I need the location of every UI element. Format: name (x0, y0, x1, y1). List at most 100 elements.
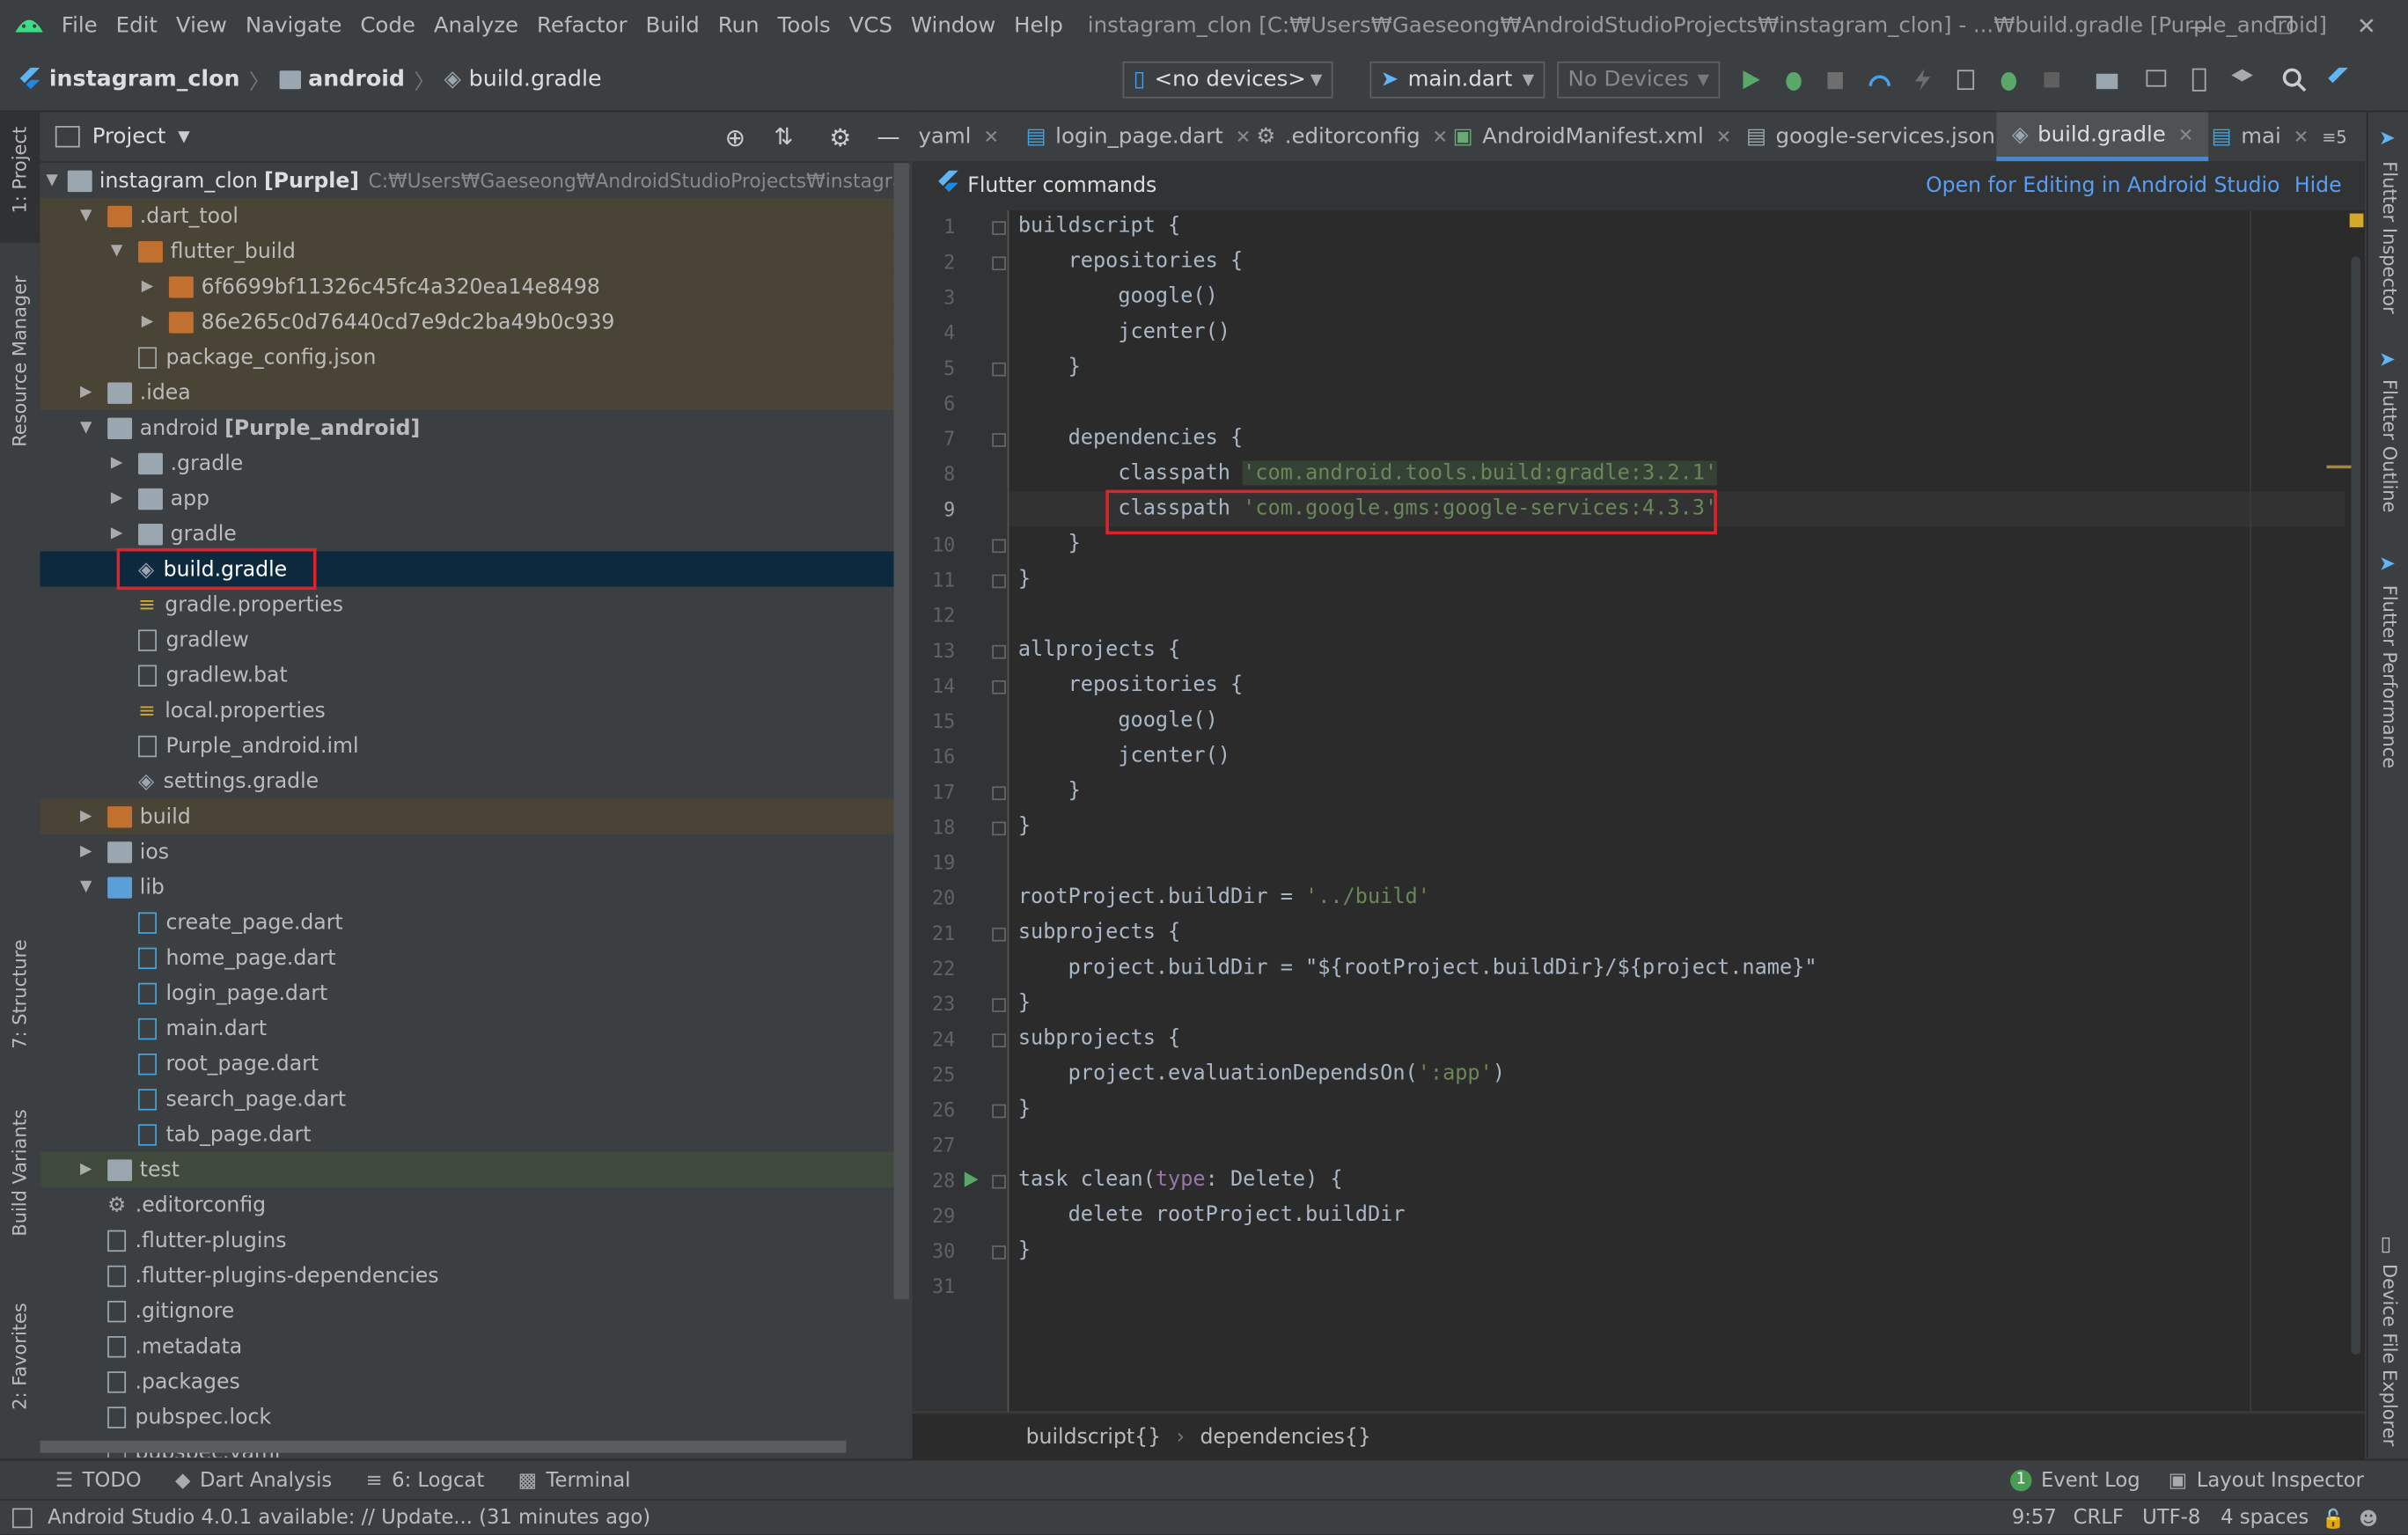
expand-arrow-icon[interactable]: ▼ (107, 243, 126, 260)
editor-scrollbar[interactable] (2326, 210, 2366, 1412)
menu-code[interactable]: Code (360, 14, 415, 39)
menu-tools[interactable]: Tools (778, 14, 831, 39)
expand-arrow-icon[interactable]: ▼ (77, 208, 95, 224)
code-line[interactable]: jcenter() (1018, 319, 1230, 344)
expand-arrow-icon[interactable]: ▼ (77, 419, 95, 436)
avd-manager-icon[interactable] (2140, 64, 2171, 95)
fold-marker-icon[interactable] (992, 539, 1006, 554)
tree-item[interactable]: ▶ app (40, 481, 909, 516)
code-line[interactable]: rootProject.buildDir = '../build' (1018, 885, 1430, 909)
menu-run[interactable]: Run (718, 14, 760, 39)
tree-item[interactable]: gradlew (40, 622, 909, 657)
code-line[interactable]: subprojects { (1018, 1026, 1180, 1051)
sdk-manager-icon[interactable] (2227, 64, 2258, 95)
tree-item[interactable]: home_page.dart (40, 940, 909, 975)
breadcrumb-android[interactable]: android (278, 68, 405, 92)
expand-arrow-icon[interactable]: ▶ (107, 525, 126, 542)
tab-overflow-button[interactable]: ≡5 (2322, 112, 2346, 161)
breadcrumb-file[interactable]: ◈ build.gradle (444, 68, 601, 92)
todo-tab[interactable]: ☰ TODO (55, 1469, 142, 1492)
code-line[interactable]: task clean(type: Delete) { (1018, 1167, 1343, 1192)
editor-tab[interactable]: ▣ AndroidManifest.xml ✕ (1437, 112, 1746, 161)
tree-item[interactable]: ▼ lib (40, 870, 909, 905)
tree-item[interactable]: ▶ ios (40, 834, 909, 869)
breadcrumb-buildscript[interactable]: buildscript{} (1026, 1425, 1162, 1450)
collapse-all-icon[interactable]: ⇅ (774, 123, 793, 151)
code-line[interactable]: project.buildDir = "${rootProject.buildD… (1018, 955, 1817, 980)
code-editor[interactable]: buildscript { repositories { google() jc… (1009, 210, 2346, 1412)
menu-vcs[interactable]: VCS (849, 14, 892, 39)
tree-item[interactable]: tab_page.dart (40, 1117, 909, 1152)
resource-manager-tool[interactable]: Resource Manager (9, 275, 30, 446)
open-in-android-studio-link[interactable]: Open for Editing in Android Studio (1926, 173, 2280, 198)
status-message[interactable]: Android Studio 4.0.1 available: // Updat… (48, 1507, 650, 1530)
fold-marker-icon[interactable] (992, 1174, 1006, 1189)
tree-scrollbar[interactable] (893, 162, 909, 1300)
hide-link[interactable]: Hide (2294, 173, 2342, 198)
structure-tool[interactable]: 7: Structure (9, 939, 30, 1048)
tree-item[interactable]: package_config.json (40, 339, 909, 375)
hot-reload-icon[interactable] (1907, 64, 1938, 95)
tree-item[interactable]: ≡ local.properties (40, 693, 909, 728)
code-line[interactable]: dependencies { (1018, 425, 1244, 450)
expand-arrow-icon[interactable]: ▶ (138, 313, 157, 330)
fold-marker-icon[interactable] (992, 574, 1006, 589)
run-gutter-icon[interactable] (961, 1171, 980, 1195)
editor-tab[interactable]: ⚙ .editorconfig ✕ (1241, 112, 1464, 161)
tree-item[interactable]: pubspec.lock (40, 1399, 909, 1435)
fold-marker-icon[interactable] (992, 1033, 1006, 1048)
fold-marker-icon[interactable] (992, 786, 1006, 801)
fold-marker-icon[interactable] (992, 256, 1006, 271)
tree-root[interactable]: ▼ instagram_clon [Purple] C:₩Users₩Gaese… (40, 163, 909, 198)
tree-item[interactable]: .gitignore (40, 1293, 909, 1328)
tree-item[interactable]: ◈ settings.gradle (40, 763, 909, 798)
dart-analysis-tab[interactable]: ◆ Dart Analysis (175, 1469, 332, 1492)
profile-icon[interactable] (1864, 64, 1895, 95)
fold-marker-icon[interactable] (992, 998, 1006, 1012)
flutter-outline-tool[interactable]: Flutter Outline (2379, 379, 2400, 512)
code-line[interactable]: repositories { (1018, 249, 1244, 274)
debug-icon[interactable] (1779, 64, 1810, 95)
tree-item[interactable]: ▶ 86e265c0d76440cd7e9dc2ba49b0c939 (40, 304, 909, 340)
tree-item[interactable]: .flutter-plugins-dependencies (40, 1258, 909, 1293)
restore-icon[interactable]: ❐ (2243, 0, 2325, 52)
gear-icon[interactable]: ⚙ (829, 122, 851, 151)
menu-edit[interactable]: Edit (116, 14, 158, 39)
menu-window[interactable]: Window (911, 14, 995, 39)
apply-changes-icon[interactable] (1950, 64, 1981, 95)
tree-item[interactable]: ▶ .idea (40, 374, 909, 410)
build-variants-tool[interactable]: Build Variants (9, 1109, 30, 1236)
editor-tab[interactable]: ▤google-services.json✕ (1731, 112, 2038, 161)
flutter-performance-tool[interactable]: Flutter Performance (2379, 585, 2400, 768)
minimize-icon[interactable]: — (2159, 0, 2242, 52)
attach-debugger-icon[interactable] (1993, 64, 2024, 95)
scroll-thumb[interactable] (2351, 256, 2360, 1355)
run-config-selector[interactable]: ➤ main.dart ▼ (1369, 61, 1545, 99)
device-selector[interactable]: ▯ <no devices> ▼ (1122, 61, 1333, 99)
expand-arrow-icon[interactable]: ▶ (138, 278, 157, 295)
breadcrumb-project[interactable]: instagram_clon (18, 67, 240, 92)
tree-item[interactable]: search_page.dart (40, 1081, 909, 1116)
file-encoding[interactable]: UTF-8 (2142, 1507, 2200, 1530)
breadcrumb-dependencies[interactable]: dependencies{} (1200, 1425, 1370, 1450)
code-line[interactable]: jcenter() (1018, 744, 1230, 768)
expand-arrow-icon[interactable]: ▶ (107, 454, 126, 471)
expand-arrow-icon[interactable]: ▼ (46, 172, 57, 188)
inspector-icon[interactable]: ☻ (2359, 1508, 2378, 1529)
close-tab-icon[interactable]: ✕ (1716, 126, 1732, 147)
tree-item[interactable]: ▶ gradle (40, 516, 909, 551)
tree-item[interactable]: main.dart (40, 1010, 909, 1046)
expand-arrow-icon[interactable]: ▶ (77, 808, 95, 825)
menu-view[interactable]: View (176, 14, 227, 39)
code-line[interactable]: delete rootProject.buildDir (1018, 1202, 1406, 1227)
tree-item[interactable]: gradlew.bat (40, 657, 909, 693)
tree-item[interactable]: .metadata (40, 1328, 909, 1363)
flutter-inspector-tool[interactable]: Flutter Inspector (2379, 161, 2400, 313)
close-tab-icon[interactable]: ✕ (2178, 123, 2194, 144)
menu-build[interactable]: Build (645, 14, 699, 39)
locate-icon[interactable]: ⊕ (725, 122, 745, 151)
tree-item[interactable]: login_page.dart (40, 975, 909, 1010)
expand-arrow-icon[interactable]: ▼ (77, 878, 95, 895)
tree-item[interactable]: ⚙ .editorconfig (40, 1187, 909, 1223)
project-tool-button[interactable]: 1: Project (0, 112, 40, 243)
